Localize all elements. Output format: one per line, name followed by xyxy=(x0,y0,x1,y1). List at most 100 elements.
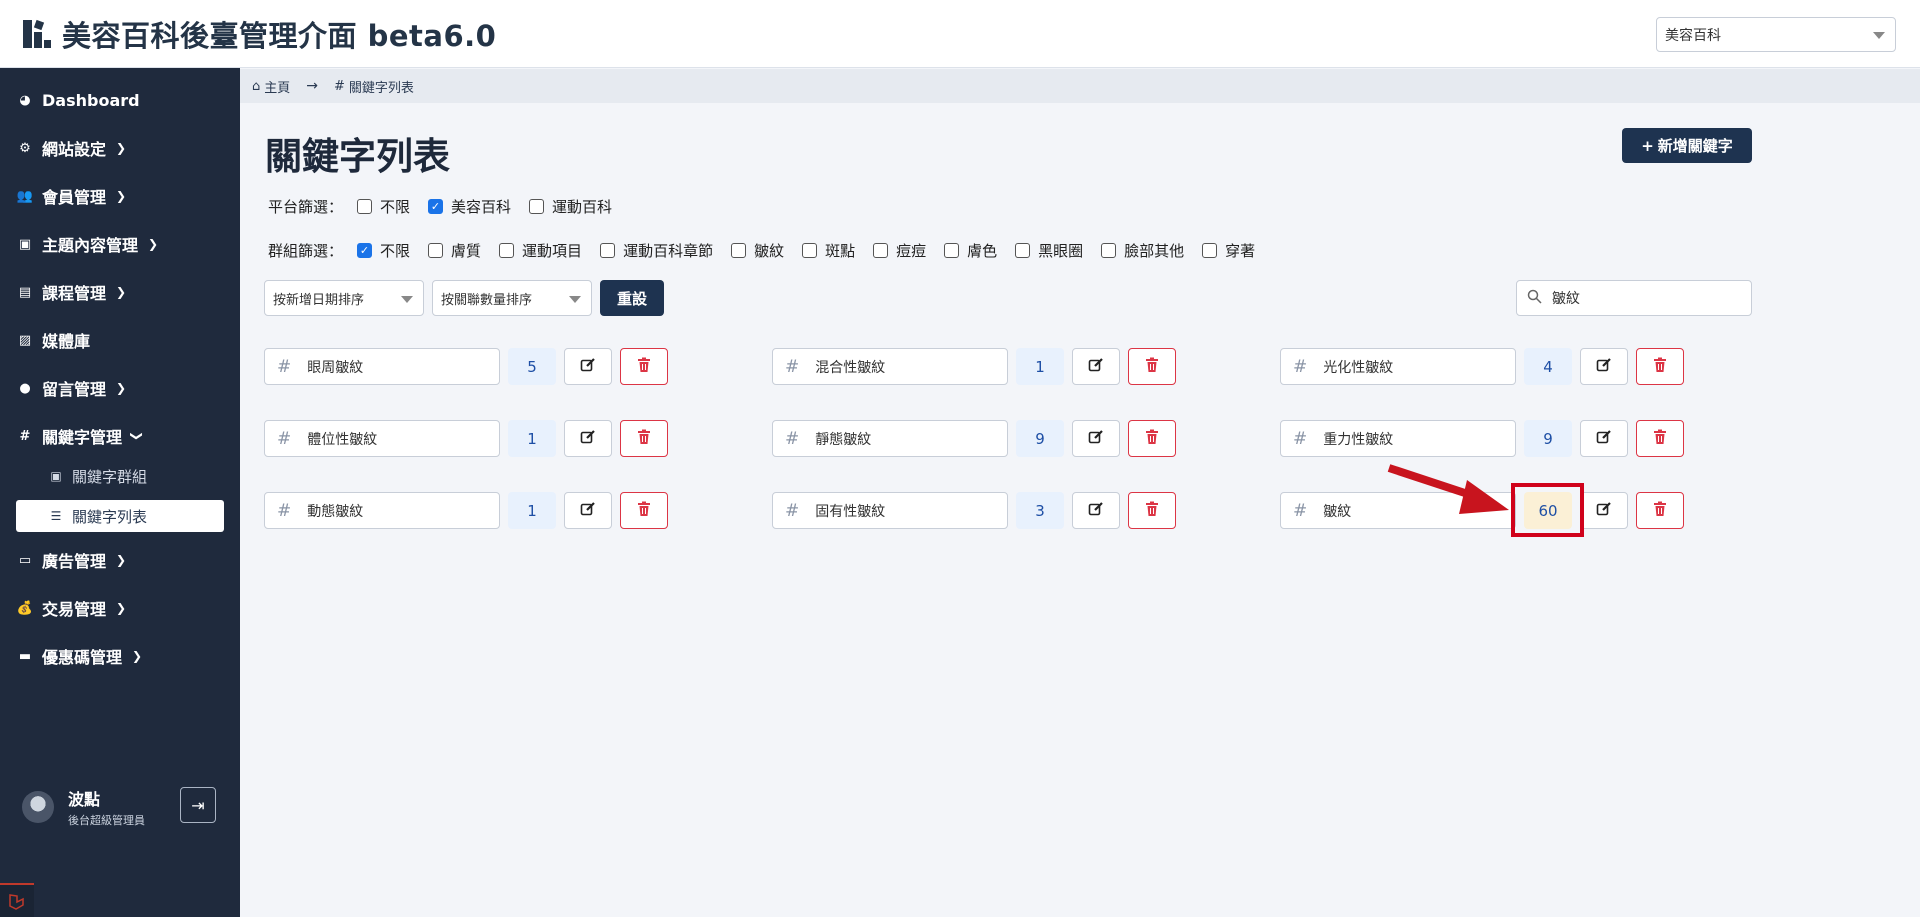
delete-button[interactable] xyxy=(620,492,668,529)
group-filter-option[interactable]: 斑點 xyxy=(802,240,855,261)
keyword-name-field[interactable]: # 混合性皺紋 xyxy=(772,348,1008,385)
logout-button[interactable]: ⇥ xyxy=(180,787,216,823)
checkbox[interactable] xyxy=(428,243,444,258)
keyword-name-field[interactable]: # 光化性皺紋 xyxy=(1280,348,1516,385)
edit-button[interactable] xyxy=(1580,348,1628,385)
keyword-count-badge[interactable]: 5 xyxy=(508,348,556,385)
delete-button[interactable] xyxy=(1636,348,1684,385)
keyword-count-badge[interactable]: 9 xyxy=(1016,420,1064,457)
checkbox-checked[interactable]: ✓ xyxy=(357,243,373,258)
sidebar-item-transactions[interactable]: 💰 交易管理 ❯ xyxy=(0,588,240,628)
edit-button[interactable] xyxy=(564,492,612,529)
breadcrumb: ⌂ 主頁 → # 關鍵字列表 xyxy=(240,69,1920,103)
keyword-name: 體位性皺紋 xyxy=(307,431,378,448)
hash-icon: # xyxy=(1293,500,1308,521)
group-filter-option[interactable]: 運動百科章節 xyxy=(600,240,713,261)
group-filter-option[interactable]: 膚色 xyxy=(944,240,997,261)
chevron-right-icon: ❯ xyxy=(116,381,127,395)
edit-button[interactable] xyxy=(1580,492,1628,529)
sidebar-subitem-keyword-groups[interactable]: ▣ 關鍵字群組 xyxy=(16,460,224,492)
edit-button[interactable] xyxy=(1072,348,1120,385)
group-filter-option[interactable]: 皺紋 xyxy=(731,240,784,261)
reset-button[interactable]: 重設 xyxy=(600,280,664,316)
platform-filter-option[interactable]: ✓ 美容百科 xyxy=(428,196,511,217)
platform-select[interactable]: 美容百科 xyxy=(1656,17,1896,52)
checkbox[interactable] xyxy=(1101,243,1117,258)
delete-button[interactable] xyxy=(1636,492,1684,529)
add-keyword-button[interactable]: + 新增關鍵字 xyxy=(1622,128,1752,163)
group-filter-option[interactable]: 黑眼圈 xyxy=(1015,240,1083,261)
sidebar-item-courses[interactable]: ▤ 課程管理 ❯ xyxy=(0,272,240,312)
platform-filter-option[interactable]: 運動百科 xyxy=(529,196,612,217)
gear-icon: ⚙ xyxy=(19,140,31,156)
checkbox[interactable] xyxy=(873,243,889,258)
search-input[interactable]: 皺紋 xyxy=(1516,280,1752,316)
breadcrumb-home[interactable]: 主頁 xyxy=(264,77,290,96)
keyword-count-badge[interactable]: 1 xyxy=(1016,348,1064,385)
keyword-count-badge[interactable]: 1 xyxy=(508,420,556,457)
edit-button[interactable] xyxy=(1072,420,1120,457)
sidebar-item-ads[interactable]: ▭ 廣告管理 ❯ xyxy=(0,540,240,580)
checkbox[interactable] xyxy=(1202,243,1218,258)
keyword-name: 皺紋 xyxy=(1323,503,1352,520)
checkbox[interactable] xyxy=(529,199,545,214)
keyword-name-field[interactable]: # 靜態皺紋 xyxy=(772,420,1008,457)
delete-button[interactable] xyxy=(1128,348,1176,385)
checkbox-checked[interactable]: ✓ xyxy=(428,199,444,214)
checkbox[interactable] xyxy=(600,243,616,258)
delete-button[interactable] xyxy=(620,420,668,457)
group-filter-option[interactable]: 臉部其他 xyxy=(1101,240,1184,261)
edit-button[interactable] xyxy=(564,420,612,457)
delete-button[interactable] xyxy=(620,348,668,385)
sidebar-item-coupons[interactable]: ▬ 優惠碼管理 ❯ xyxy=(0,636,240,676)
group-filter-option[interactable]: 痘痘 xyxy=(873,240,926,261)
checkbox[interactable] xyxy=(499,243,515,258)
checkbox[interactable] xyxy=(944,243,960,258)
sort-by-count-select[interactable]: 按關聯數量排序 xyxy=(432,280,592,316)
platform-filter-option[interactable]: 不限 xyxy=(357,196,410,217)
sort-by-date-select[interactable]: 按新增日期排序 xyxy=(264,280,424,316)
sidebar-item-label: 課程管理 xyxy=(42,284,107,303)
delete-button[interactable] xyxy=(1636,420,1684,457)
group-filter-option[interactable]: 運動項目 xyxy=(499,240,582,261)
option-label: 痘痘 xyxy=(896,242,927,260)
keyword-name-field[interactable]: # 動態皺紋 xyxy=(264,492,500,529)
sidebar-item-comments[interactable]: ● 留言管理 ❯ xyxy=(0,368,240,408)
sidebar-item-keywords[interactable]: # 關鍵字管理 ❯ xyxy=(0,416,240,456)
keyword-count-badge[interactable]: 3 xyxy=(1016,492,1064,529)
keyword-name-field[interactable]: # 固有性皺紋 xyxy=(772,492,1008,529)
delete-button[interactable] xyxy=(1128,420,1176,457)
option-label: 臉部其他 xyxy=(1124,242,1185,260)
keyword-name-field[interactable]: # 體位性皺紋 xyxy=(264,420,500,457)
checkbox[interactable] xyxy=(731,243,747,258)
keyword-name-field[interactable]: # 眼周皺紋 xyxy=(264,348,500,385)
edit-button[interactable] xyxy=(1072,492,1120,529)
group-filter-option[interactable]: 穿著 xyxy=(1202,240,1255,261)
sidebar-item-site-settings[interactable]: ⚙ 網站設定 ❯ xyxy=(0,128,240,168)
sidebar-item-dashboard[interactable]: ◕ Dashboard xyxy=(0,80,240,120)
edit-button[interactable] xyxy=(564,348,612,385)
checkbox[interactable] xyxy=(1015,243,1031,258)
users-icon: 👥 xyxy=(16,188,34,204)
logout-icon: ⇥ xyxy=(191,795,205,815)
keyword-count-badge[interactable]: 1 xyxy=(508,492,556,529)
keyword-name-field[interactable]: # 重力性皺紋 xyxy=(1280,420,1516,457)
group-filter-option[interactable]: ✓ 不限 xyxy=(357,240,410,261)
keyword-count-badge[interactable]: 9 xyxy=(1524,420,1572,457)
sidebar-item-media[interactable]: ▨ 媒體庫 xyxy=(0,320,240,360)
delete-button[interactable] xyxy=(1128,492,1176,529)
group-filter-option[interactable]: 膚質 xyxy=(428,240,481,261)
sidebar-subitem-keyword-list[interactable]: ☰ 關鍵字列表 xyxy=(16,500,224,532)
sidebar-item-label: 留言管理 xyxy=(42,380,107,399)
keyword-count-badge[interactable]: 4 xyxy=(1524,348,1572,385)
edit-icon xyxy=(1596,501,1612,521)
image-icon: ▣ xyxy=(18,236,32,252)
edit-button[interactable] xyxy=(1580,420,1628,457)
checkbox[interactable] xyxy=(357,199,373,214)
checkbox[interactable] xyxy=(802,243,818,258)
edit-icon xyxy=(580,501,596,521)
sidebar-item-members[interactable]: 👥 會員管理 ❯ xyxy=(0,176,240,216)
sidebar-item-topics[interactable]: ▣ 主題內容管理 ❯ xyxy=(0,224,240,264)
trash-icon xyxy=(1145,501,1159,521)
option-label: 黑眼圈 xyxy=(1038,242,1084,260)
